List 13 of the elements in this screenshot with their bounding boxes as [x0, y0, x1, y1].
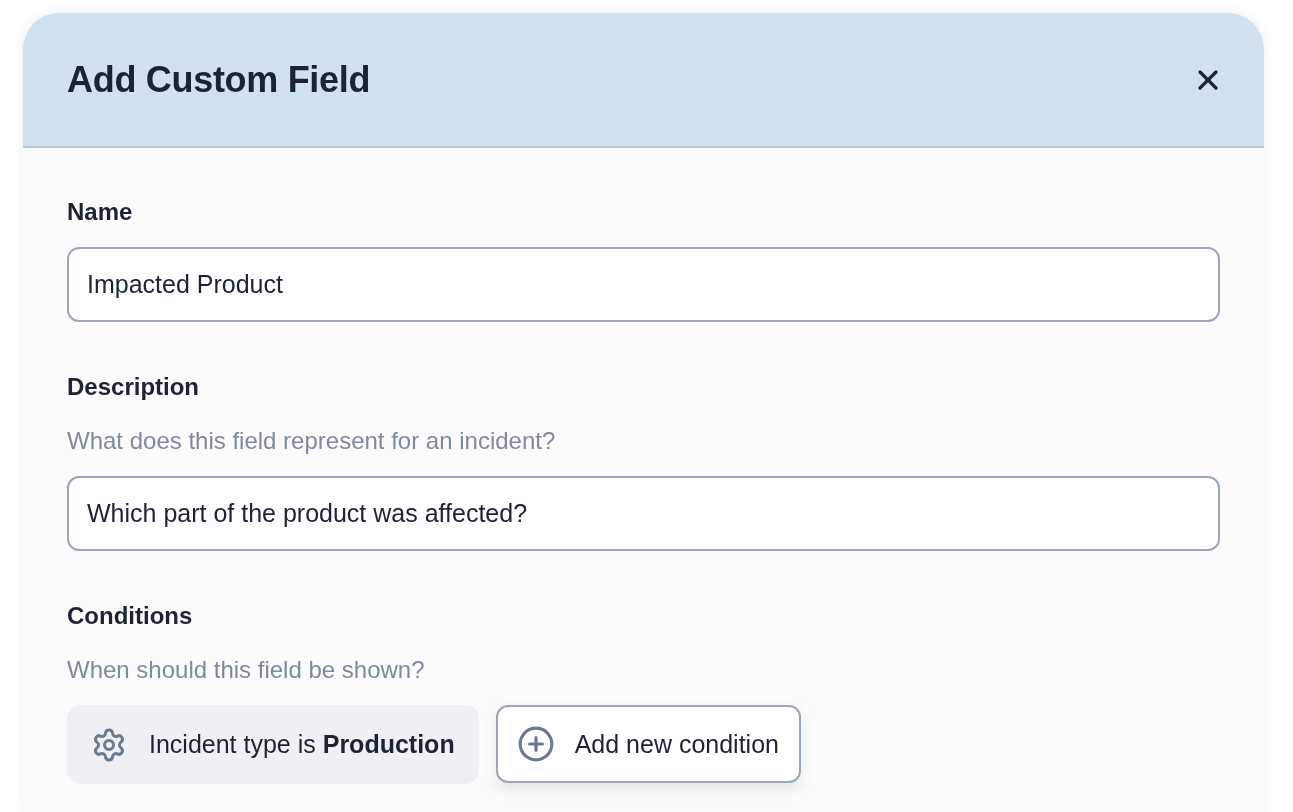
field-label: Name	[67, 198, 134, 226]
text-input[interactable]: Impacted Product	[67, 247, 1220, 322]
field-label: Conditions	[67, 602, 194, 630]
field-hint: When should this field be shown?	[67, 656, 426, 684]
field-label: Description	[67, 373, 201, 401]
condition-chip[interactable]: Incident type is Production	[67, 705, 479, 784]
text-input[interactable]: Which part of the product was affected?	[67, 476, 1220, 551]
gear-icon	[91, 726, 127, 763]
condition-text: Incident type is Production	[149, 730, 455, 759]
dialog-title: Add Custom Field	[67, 58, 371, 101]
field-hint: What does this field represent for an incident?	[67, 427, 557, 455]
add-condition-button[interactable]: Add new condition	[495, 705, 801, 783]
plus-circle-icon	[516, 725, 555, 763]
